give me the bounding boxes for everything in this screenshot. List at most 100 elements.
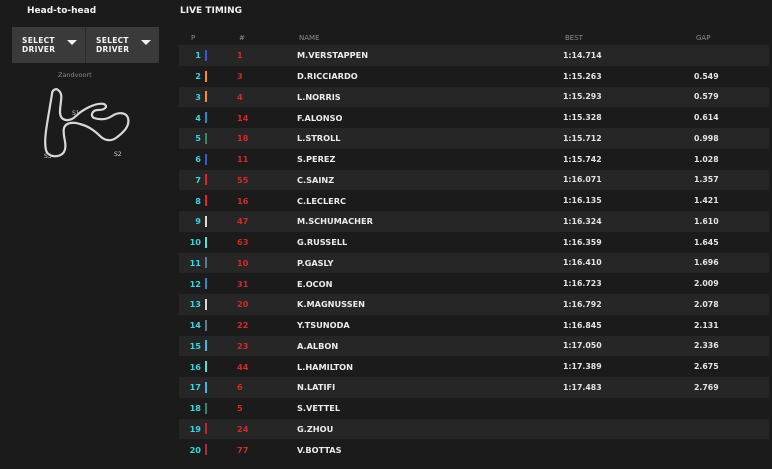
position-cell: 10: [189, 237, 201, 248]
header-number: #: [239, 33, 245, 42]
gap-cell: 2.769: [694, 382, 719, 392]
driver-name-cell: L.NORRIS: [297, 91, 341, 102]
table-row[interactable]: 3 4 L.NORRIS 1:15.293 0.579: [179, 86, 769, 108]
timing-rows: 1 1 M.VERSTAPPEN 1:14.714 2 3 D.RICCIARDO 1:15.…: [179, 45, 769, 460]
team-color-bar: [205, 340, 207, 352]
team-color-bar: [205, 319, 207, 331]
gap-cell: 1.421: [694, 196, 719, 206]
live-timing-title: LIVE TIMING: [180, 6, 243, 16]
car-number-cell: 77: [237, 444, 249, 455]
caret-down-icon: [141, 40, 151, 45]
track-outline: [44, 88, 130, 158]
team-color-bar: [205, 361, 207, 373]
table-row[interactable]: 19 24 G.ZHOU: [179, 418, 769, 440]
team-color-bar: [205, 257, 207, 269]
table-row[interactable]: 14 22 Y.TSUNODA 1:16.845 2.131: [179, 314, 769, 336]
table-row[interactable]: 10 63 G.RUSSELL 1:16.359 1.645: [179, 231, 769, 253]
position-cell: 4: [195, 112, 201, 123]
table-row[interactable]: 20 77 V.BOTTAS: [179, 439, 769, 460]
best-lap-cell: 1:15.712: [563, 133, 602, 143]
table-row[interactable]: 8 16 C.LECLERC 1:16.135 1.421: [179, 190, 769, 211]
header-position: P: [191, 33, 196, 42]
table-row[interactable]: 4 14 F.ALONSO 1:15.328 0.614: [179, 107, 769, 128]
best-lap-cell: 1:16.410: [563, 258, 602, 268]
car-number-cell: 4: [237, 91, 243, 102]
driver-name-cell: C.SAINZ: [297, 174, 335, 185]
team-color-bar: [205, 278, 207, 290]
team-color-bar: [205, 174, 207, 186]
position-cell: 18: [189, 403, 201, 414]
driver-name-cell: F.ALONSO: [297, 112, 343, 123]
table-row[interactable]: 5 18 L.STROLL 1:15.712 0.998: [179, 128, 769, 149]
best-lap-cell: 1:17.483: [563, 382, 602, 392]
position-cell: 12: [189, 278, 201, 289]
car-number-cell: 3: [237, 71, 243, 82]
best-lap-cell: 1:16.359: [563, 237, 602, 247]
team-color-bar: [205, 444, 207, 456]
gap-cell: 2.078: [694, 299, 719, 309]
table-row[interactable]: 18 5 S.VETTEL: [179, 397, 769, 419]
table-row[interactable]: 13 20 K.MAGNUSSEN 1:16.792 2.078: [179, 294, 769, 315]
timing-table-header: P # NAME BEST GAP: [179, 30, 769, 45]
car-number-cell: 55: [237, 174, 249, 185]
team-color-bar: [205, 236, 207, 248]
table-row[interactable]: 6 11 S.PEREZ 1:15.742 1.028: [179, 148, 769, 170]
gap-cell: 1.696: [694, 258, 719, 268]
table-row[interactable]: 15 23 A.ALBON 1:17.050 2.336: [179, 335, 769, 357]
car-number-cell: 22: [237, 320, 249, 331]
driver-name-cell: Y.TSUNODA: [297, 320, 350, 331]
table-row[interactable]: 11 10 P.GASLY 1:16.410 1.696: [179, 252, 769, 274]
driver-name-cell: M.SCHUMACHER: [297, 216, 373, 227]
track-name: Zandvoort: [58, 71, 92, 79]
track-map: S1 S2 S3: [44, 88, 130, 160]
gap-cell: 0.579: [694, 92, 719, 102]
position-cell: 2: [195, 71, 201, 82]
select-driver-2-button[interactable]: SELECT DRIVER: [85, 27, 159, 63]
table-row[interactable]: 9 47 M.SCHUMACHER 1:16.324 1.610: [179, 211, 769, 232]
table-row[interactable]: 1 1 M.VERSTAPPEN 1:14.714: [179, 45, 769, 66]
sector-1-label: S1: [72, 110, 80, 117]
car-number-cell: 6: [237, 382, 243, 393]
head-to-head-title: Head-to-head: [27, 6, 97, 16]
table-row[interactable]: 2 3 D.RICCIARDO 1:15.263 0.549: [179, 65, 769, 87]
best-lap-cell: 1:15.293: [563, 92, 602, 102]
caret-down-icon: [67, 40, 77, 45]
table-row[interactable]: 7 55 C.SAINZ 1:16.071 1.357: [179, 169, 769, 191]
best-lap-cell: 1:15.742: [563, 154, 602, 164]
best-lap-cell: 1:15.263: [563, 71, 602, 81]
gap-cell: 1.357: [694, 175, 719, 185]
select-driver-1-button[interactable]: SELECT DRIVER: [12, 27, 85, 63]
header-name: NAME: [299, 33, 320, 42]
select-driver-2-label: SELECT DRIVER: [96, 36, 130, 54]
best-lap-cell: 1:15.328: [563, 113, 602, 123]
best-lap-cell: 1:16.723: [563, 279, 602, 289]
position-cell: 5: [195, 133, 201, 144]
car-number-cell: 16: [237, 195, 249, 206]
table-row[interactable]: 17 6 N.LATIFI 1:17.483 2.769: [179, 377, 769, 398]
position-cell: 17: [189, 382, 201, 393]
car-number-cell: 5: [237, 403, 243, 414]
table-row[interactable]: 16 44 L.HAMILTON 1:17.389 2.675: [179, 356, 769, 377]
car-number-cell: 20: [237, 299, 249, 310]
gap-cell: 0.614: [694, 113, 719, 123]
team-color-bar: [205, 70, 207, 82]
best-lap-cell: 1:16.135: [563, 196, 602, 206]
header-best: BEST: [565, 33, 583, 42]
driver-name-cell: G.RUSSELL: [297, 237, 348, 248]
gap-cell: 2.131: [694, 320, 719, 330]
driver-name-cell: D.RICCIARDO: [297, 71, 358, 82]
team-color-bar: [205, 112, 207, 124]
car-number-cell: 24: [237, 423, 249, 434]
driver-name-cell: S.PEREZ: [297, 154, 336, 165]
position-cell: 19: [189, 423, 201, 434]
gap-cell: 1.028: [694, 154, 719, 164]
driver-selectors: SELECT DRIVER SELECT DRIVER: [12, 27, 159, 63]
driver-name-cell: P.GASLY: [297, 257, 334, 268]
gap-cell: 2.675: [694, 362, 719, 372]
best-lap-cell: 1:14.714: [563, 50, 602, 60]
position-cell: 15: [189, 340, 201, 351]
timing-table: P # NAME BEST GAP 1 1 M.VERSTAPPEN 1:14.714…: [179, 30, 769, 460]
position-cell: 1: [195, 50, 201, 61]
table-row[interactable]: 12 31 E.OCON 1:16.723 2.009: [179, 273, 769, 294]
driver-name-cell: M.VERSTAPPEN: [297, 50, 369, 61]
